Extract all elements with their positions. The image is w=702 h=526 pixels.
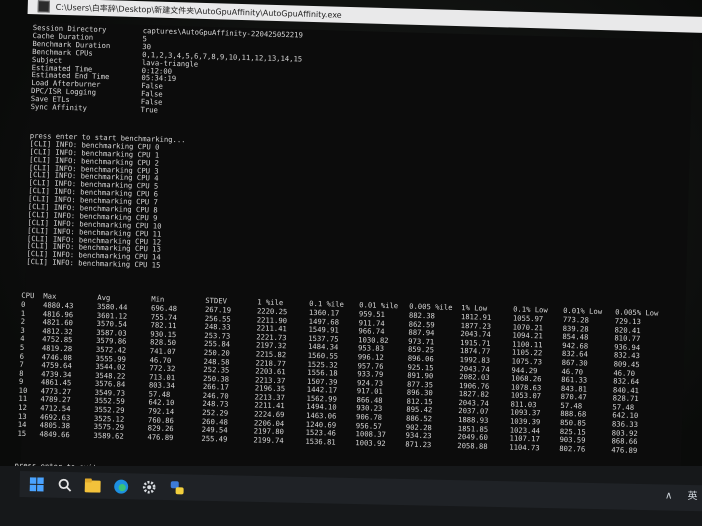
table-cell: 802.76 xyxy=(559,443,586,454)
table-cell: 476.89 xyxy=(611,445,638,455)
table-cell: 1536.81 xyxy=(305,436,336,447)
tray-chevron-icon[interactable]: ∧ xyxy=(665,491,673,502)
search-icon[interactable] xyxy=(53,474,75,496)
windows-taskbar: ∧ 英 xyxy=(0,466,702,526)
photo-of-monitor: C:\Users\白率辞\Desktop\新建文件夹\AutoGpuAffini… xyxy=(0,0,702,526)
table-cell: 2058.88 xyxy=(457,440,488,451)
taskbar-strip: ∧ 英 xyxy=(19,471,702,512)
input-language-indicator[interactable]: 英 xyxy=(687,491,697,502)
table-cell: 4849.66 xyxy=(39,429,70,440)
table-cell: 871.23 xyxy=(405,439,432,450)
table-cell: 1104.73 xyxy=(509,442,540,453)
table-cell: 3589.62 xyxy=(93,430,124,441)
file-explorer-icon[interactable] xyxy=(81,474,103,496)
table-cell: 255.49 xyxy=(201,433,228,444)
windows-start-icon[interactable] xyxy=(25,473,47,495)
log-line: [CLI] INFO: benchmarking CPU 15 xyxy=(26,257,161,270)
console-window[interactable]: Session Directory captures\AutoGpuAffinit… xyxy=(14,22,693,489)
window-title: C:\Users\白率辞\Desktop\新建文件夹\AutoGpuAffini… xyxy=(55,2,342,20)
benchmark-log: press enter to start benchmarking... [CLI… xyxy=(26,131,185,270)
settings-list: Session Directory captures\AutoGpuAffinit… xyxy=(30,23,303,118)
table-cell: 15 xyxy=(17,428,27,438)
console-app-icon xyxy=(37,0,50,13)
results-table: CPU Max Avg Min STDEV 1 %ile 0.1 %ile 0.01 %ile… xyxy=(17,291,667,456)
setting-value: True xyxy=(140,105,159,115)
system-tray[interactable]: ∧ 英 xyxy=(665,487,698,503)
python-app-icon[interactable] xyxy=(165,476,187,498)
settings-gear-icon[interactable] xyxy=(137,475,159,497)
edge-browser-icon[interactable] xyxy=(109,475,131,497)
table-cell: 1003.92 xyxy=(355,438,386,448)
setting-key: Sync Affinity xyxy=(30,102,88,113)
table-cell: 2199.74 xyxy=(253,435,284,446)
table-cell: 476.89 xyxy=(147,432,174,442)
